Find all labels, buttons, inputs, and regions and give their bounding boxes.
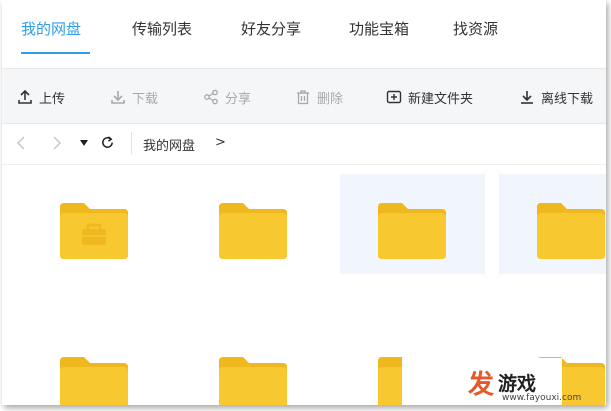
- address-divider: [131, 132, 132, 154]
- new-folder-button[interactable]: 新建文件夹: [386, 88, 474, 107]
- forward-icon[interactable]: [52, 136, 62, 150]
- share-button[interactable]: 分享: [203, 88, 252, 107]
- toolbar: 上传 下载 分享 删除 新建文件夹 离线下载: [2, 68, 606, 124]
- upload-icon: [18, 89, 32, 104]
- trash-icon: [297, 90, 309, 105]
- back-icon[interactable]: [16, 136, 26, 150]
- app-window: 我的网盘 传输列表 好友分享 功能宝箱 找资源 上传 下载 分享 删除 新建文件…: [2, 0, 606, 405]
- watermark-mark: 发: [468, 370, 495, 400]
- upload-button[interactable]: 上传: [17, 88, 66, 107]
- offline-download-icon: [521, 91, 533, 104]
- site-watermark: 发 游戏 www.fayouxi.com: [468, 362, 598, 403]
- top-tab-bar: 我的网盘 传输列表 好友分享 功能宝箱 找资源: [2, 0, 606, 62]
- delete-button[interactable]: 删除: [295, 88, 344, 107]
- folder-icon[interactable]: [58, 355, 130, 405]
- folder-icon[interactable]: [217, 201, 289, 261]
- folder-icon-toolbox[interactable]: [58, 201, 130, 261]
- offline-download-label: 离线下载: [541, 91, 594, 107]
- tab-find-resources[interactable]: 找资源: [453, 18, 498, 39]
- delete-label: 删除: [317, 91, 344, 107]
- upload-label: 上传: [39, 91, 66, 107]
- offline-download-button[interactable]: 离线下载: [519, 88, 594, 107]
- folder-icon[interactable]: [376, 201, 448, 261]
- share-label: 分享: [225, 91, 252, 107]
- new-folder-label: 新建文件夹: [408, 91, 474, 107]
- tab-transfer-list[interactable]: 传输列表: [132, 18, 192, 39]
- refresh-icon[interactable]: [100, 135, 115, 150]
- watermark-url: www.fayouxi.com: [502, 393, 582, 403]
- download-label: 下载: [132, 91, 159, 107]
- address-bar: 我的网盘 >: [2, 124, 606, 165]
- share-icon: [204, 89, 218, 105]
- folder-icon[interactable]: [217, 355, 289, 405]
- tab-friend-share[interactable]: 好友分享: [241, 18, 301, 39]
- breadcrumb-separator: >: [215, 135, 226, 150]
- download-icon: [111, 91, 125, 104]
- tab-my-disk[interactable]: 我的网盘: [21, 18, 81, 39]
- add-folder-icon: [386, 90, 402, 104]
- breadcrumb-my-disk[interactable]: 我的网盘: [143, 135, 195, 154]
- history-dropdown-icon[interactable]: [80, 140, 88, 146]
- active-tab-indicator: [21, 52, 90, 54]
- download-button[interactable]: 下载: [110, 88, 159, 107]
- folder-icon[interactable]: [535, 201, 606, 261]
- watermark-name: 游戏: [498, 373, 537, 395]
- tab-feature-box[interactable]: 功能宝箱: [349, 18, 409, 39]
